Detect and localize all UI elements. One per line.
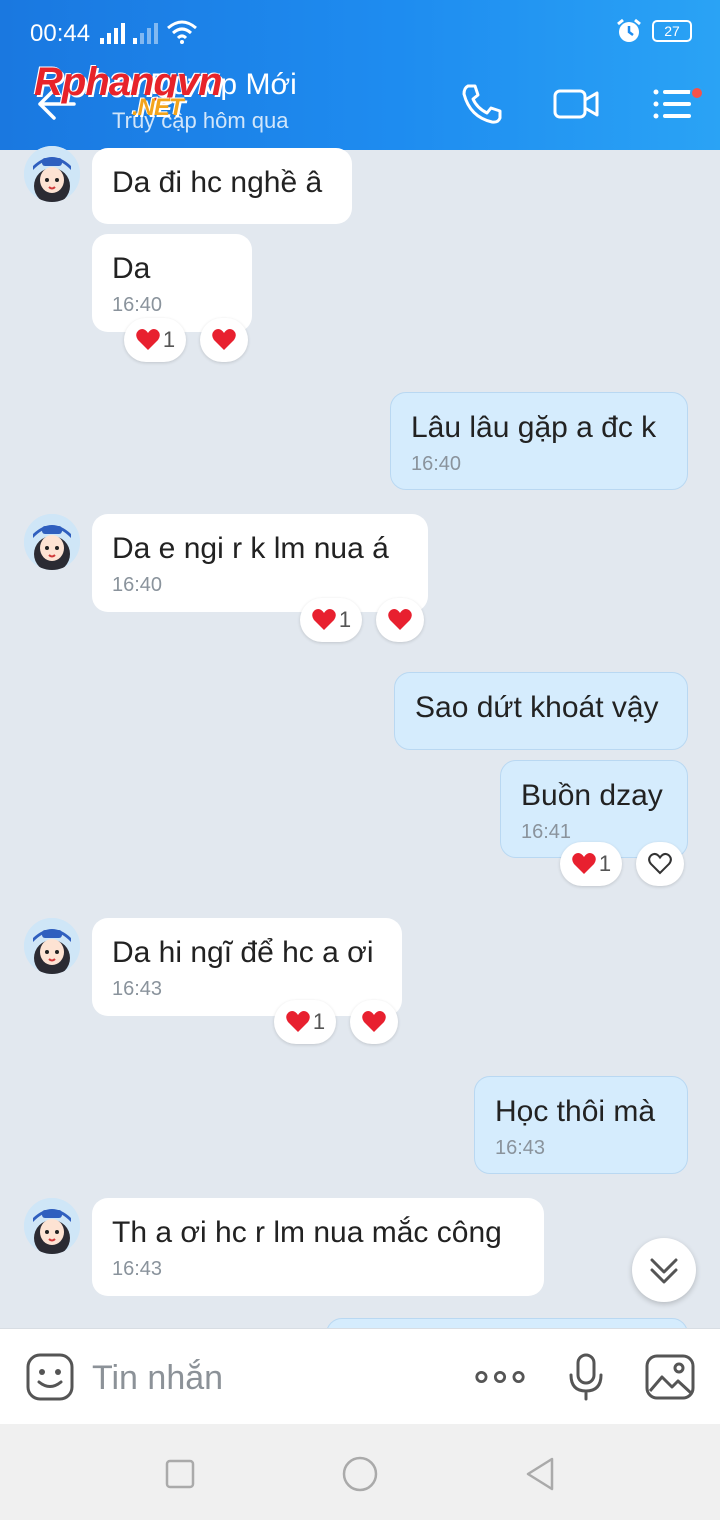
message-text: Lâu lâu gặp a đc k	[411, 411, 657, 444]
react-heart-button[interactable]	[200, 318, 248, 362]
watermark-text: Rphangvn	[34, 60, 223, 104]
contact-avatar[interactable]	[24, 1198, 80, 1254]
message-bubble-incoming[interactable]: Da e ngi r k lm nua á 16:40	[92, 514, 428, 612]
message-time: 16:43	[112, 1258, 163, 1280]
heart-icon	[388, 609, 412, 630]
phone-call-icon[interactable]	[458, 80, 506, 128]
message-text: Da	[112, 252, 151, 285]
signal-icon	[100, 22, 125, 44]
message-time: 16:41	[521, 821, 572, 843]
message-bubble-outgoing[interactable]: Sao dứt khoát vậy	[394, 672, 688, 750]
status-right: 27	[616, 18, 692, 44]
contact-avatar[interactable]	[24, 918, 80, 974]
app-header: 00:44 27 Đ. Dư Vp Mới Truy cập hôm qua R…	[0, 0, 720, 150]
avatar-image	[24, 1198, 80, 1254]
reaction-count[interactable]: 1	[274, 1000, 336, 1044]
heart-outline-icon	[648, 852, 672, 875]
reaction-number: 1	[338, 607, 352, 632]
message-bubble-incoming[interactable]: Da đi hc nghề â	[92, 148, 352, 224]
reaction-count[interactable]: 1	[560, 842, 622, 886]
avatar-image	[24, 918, 80, 974]
message-composer: Tin nhắn	[0, 1328, 720, 1424]
image-gallery-icon[interactable]	[644, 1351, 696, 1403]
message-time: 16:43	[495, 1137, 546, 1159]
message-time: 16:43	[112, 978, 163, 1000]
reaction-number: 1	[312, 1009, 326, 1034]
message-text: Sao dứt khoát vậy	[415, 691, 659, 724]
recent-apps-icon[interactable]	[160, 1454, 200, 1494]
message-text: Th a ơi hc r lm nua mắc công	[112, 1216, 502, 1249]
react-heart-button[interactable]	[350, 1000, 398, 1044]
message-bubble-incoming[interactable]: Th a ơi hc r lm nua mắc công 16:43	[92, 1198, 544, 1296]
back-icon[interactable]	[520, 1454, 560, 1494]
system-nav-bar	[0, 1424, 720, 1520]
heart-icon	[136, 329, 160, 350]
reaction-count[interactable]: 1	[124, 318, 186, 362]
message-bubble-outgoing[interactable]: Học thôi mà 16:43	[474, 1076, 688, 1174]
message-text: Học thôi mà	[495, 1095, 656, 1128]
message-bubble-incoming[interactable]: Da hi ngĩ để hc a ơi 16:43	[92, 918, 402, 1016]
message-time: 16:40	[112, 294, 163, 316]
heart-icon	[286, 1011, 310, 1032]
avatar-image	[24, 514, 80, 570]
avatar-image	[24, 146, 80, 202]
signal-secondary-icon	[133, 22, 158, 44]
message-time: 16:40	[411, 453, 462, 475]
heart-icon	[212, 329, 236, 350]
message-bubble-outgoing[interactable]: Lâu lâu gặp a đc k 16:40	[390, 392, 688, 490]
heart-icon	[362, 1011, 386, 1032]
reaction-number: 1	[162, 327, 176, 352]
scroll-to-bottom-button[interactable]	[632, 1238, 696, 1302]
emoji-sticker-icon[interactable]	[24, 1351, 76, 1403]
contact-avatar[interactable]	[24, 514, 80, 570]
message-text: Da đi hc nghề â	[112, 166, 323, 199]
status-bar: 00:44 27	[0, 0, 720, 60]
video-call-icon[interactable]	[552, 80, 600, 128]
wifi-icon	[167, 20, 197, 44]
reaction-count[interactable]: 1	[300, 598, 362, 642]
notification-dot	[690, 86, 704, 100]
message-text: Buồn dzay	[521, 779, 663, 812]
signal-icons	[100, 20, 198, 44]
react-heart-button[interactable]	[636, 842, 684, 886]
watermark-suffix: .NET	[132, 94, 184, 121]
status-time: 00:44	[30, 20, 91, 47]
watermark-logo: Rphangvn .NET	[34, 60, 223, 121]
double-chevron-down-icon	[650, 1258, 678, 1284]
heart-icon	[312, 609, 336, 630]
microphone-icon[interactable]	[560, 1351, 612, 1403]
heart-icon	[572, 853, 596, 874]
chat-header: Đ. Dư Vp Mới Truy cập hôm qua Rphangvn .…	[0, 60, 720, 150]
message-text: Da hi ngĩ để hc a ơi	[112, 936, 374, 969]
menu-icon[interactable]	[650, 80, 698, 128]
home-icon[interactable]	[340, 1454, 380, 1494]
contact-avatar[interactable]	[24, 146, 80, 202]
react-heart-button[interactable]	[376, 598, 424, 642]
message-time: 16:40	[112, 574, 163, 596]
battery-icon: 27	[652, 20, 692, 42]
alarm-icon	[617, 18, 641, 42]
message-text: Da e ngi r k lm nua á	[112, 532, 389, 565]
more-options-icon[interactable]	[474, 1351, 526, 1403]
reaction-number: 1	[598, 851, 612, 876]
message-input[interactable]: Tin nhắn	[92, 1359, 223, 1398]
